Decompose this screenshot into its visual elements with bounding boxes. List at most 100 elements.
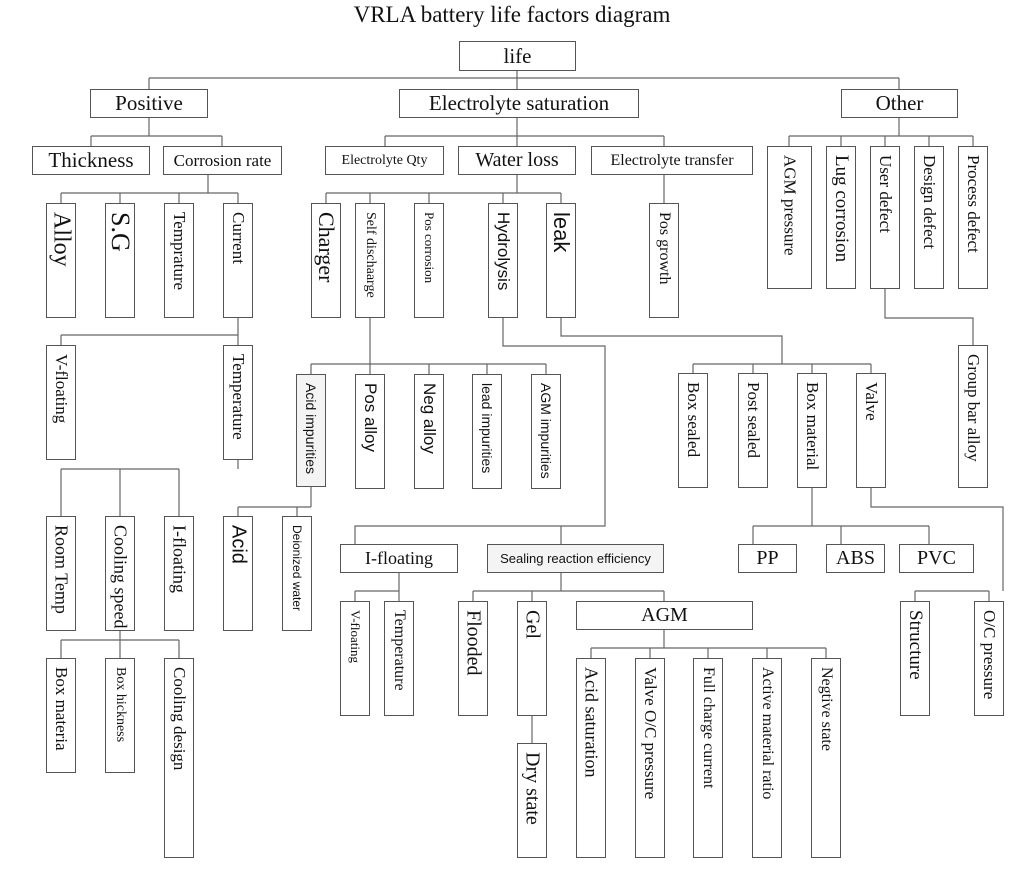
node-label: Cooling speed bbox=[110, 525, 131, 629]
node-pos-growth: Pos growth bbox=[649, 203, 679, 318]
node-v-floating-2: V-floating bbox=[340, 601, 370, 716]
node-label: Alloy bbox=[48, 212, 75, 267]
node-label: Thickness bbox=[48, 148, 134, 172]
node-pvc: PVC bbox=[899, 544, 974, 573]
node-label: Valve O/C pressure bbox=[641, 667, 660, 800]
node-label: V-floating bbox=[52, 354, 71, 424]
node-electrolyte-qty: Electrolyte Qty bbox=[325, 146, 444, 175]
node-label: Deionized water bbox=[290, 525, 304, 612]
node-label: Sealing reaction efficiency bbox=[500, 551, 651, 566]
node-post-sealed: Post sealed bbox=[738, 373, 768, 488]
node-deionized-water: Deionized water bbox=[282, 516, 312, 631]
node-label: Neg alloy bbox=[420, 383, 439, 454]
node-v-floating-1: V-floating bbox=[46, 345, 76, 460]
node-leak: leak bbox=[546, 203, 576, 318]
node-agm: AGM bbox=[576, 601, 753, 630]
node-label: AGM bbox=[641, 604, 688, 626]
node-label: Box material bbox=[803, 382, 822, 471]
node-label: Other bbox=[875, 91, 924, 115]
node-label: Post sealed bbox=[744, 382, 763, 459]
connector-line bbox=[884, 289, 974, 345]
node-structure: Structure bbox=[900, 601, 930, 716]
node-room-temp: Room Temp bbox=[46, 516, 76, 631]
node-label: Box sealed bbox=[684, 382, 703, 458]
node-cooling-design: Cooling design bbox=[164, 658, 194, 858]
node-i-floating-1: I-floating bbox=[164, 516, 194, 631]
node-label: Box materia bbox=[52, 667, 71, 751]
node-temprature: Temprature bbox=[164, 203, 194, 318]
node-label: Flooded bbox=[462, 610, 485, 676]
node-label: Electrolyte transfer bbox=[610, 151, 734, 169]
node-label: Structure bbox=[905, 610, 926, 680]
node-neg-alloy: Neg alloy bbox=[414, 374, 444, 489]
node-pos-corrosion: Pos corrosion bbox=[414, 203, 444, 318]
node-label: PP bbox=[756, 547, 779, 569]
node-acid-saturation: Acid saturation bbox=[576, 658, 606, 858]
node-temperature-2: Temperature bbox=[384, 601, 414, 716]
node-label: Charger bbox=[314, 212, 339, 283]
node-lug-corrosion: Lug corrosion bbox=[826, 146, 856, 289]
node-design-defect: Design defect bbox=[914, 146, 944, 289]
node-label: S.G bbox=[106, 212, 135, 252]
node-label: ABS bbox=[836, 547, 875, 569]
node-label: Pos growth bbox=[656, 212, 673, 285]
node-flooded: Flooded bbox=[458, 601, 488, 716]
node-positive: Positive bbox=[90, 89, 208, 118]
node-label: Design defect bbox=[920, 155, 939, 249]
node-label: O/C pressure bbox=[980, 610, 999, 700]
node-label: I-floating bbox=[169, 525, 190, 593]
node-box-hickness: Box hickness bbox=[105, 658, 135, 773]
node-label: Acid impurities bbox=[303, 383, 319, 475]
node-label: PVC bbox=[917, 547, 956, 569]
node-corrosion-rate: Corrosion rate bbox=[163, 146, 282, 175]
node-electrolyte-transfer: Electrolyte transfer bbox=[591, 146, 753, 175]
node-label: Electrolyte saturation bbox=[428, 91, 610, 115]
node-charger: Charger bbox=[311, 203, 341, 318]
node-label: Electrolyte Qty bbox=[341, 152, 428, 168]
node-abs: ABS bbox=[826, 544, 885, 573]
node-label: Temperature bbox=[391, 610, 408, 691]
node-label: Negtive state bbox=[818, 667, 835, 751]
node-oc-pressure: O/C pressure bbox=[974, 601, 1004, 716]
node-label: Room Temp bbox=[51, 525, 72, 614]
node-cooling-speed: Cooling speed bbox=[105, 516, 135, 631]
node-label: Box hickness bbox=[113, 667, 128, 743]
node-lead-impurities: lead impurities bbox=[472, 374, 502, 489]
node-label: Acid bbox=[227, 525, 250, 564]
node-label: User defect bbox=[876, 155, 895, 233]
node-label: Valve bbox=[862, 382, 881, 421]
node-life: life bbox=[459, 41, 576, 71]
node-full-charge-current: Full charge current bbox=[693, 658, 723, 858]
node-label: leak bbox=[549, 212, 574, 253]
node-label: AGM pressure bbox=[780, 155, 800, 256]
node-sg: S.G bbox=[105, 203, 135, 318]
node-label: Hydrolysis bbox=[494, 212, 513, 291]
node-process-defect: Process defect bbox=[958, 146, 988, 289]
node-label: Water loss bbox=[475, 149, 559, 171]
connector-line bbox=[870, 488, 1004, 591]
node-label: Lug corrosion bbox=[831, 155, 852, 263]
node-label: Positive bbox=[115, 91, 183, 115]
node-water-loss: Water loss bbox=[458, 146, 576, 175]
node-user-defect: User defect bbox=[870, 146, 900, 289]
node-pos-alloy: Pos alloy bbox=[355, 374, 385, 489]
node-dry-state: Dry state bbox=[517, 743, 547, 858]
node-thickness: Thickness bbox=[32, 146, 150, 175]
node-acid: Acid bbox=[223, 516, 253, 631]
node-valve: Valve bbox=[856, 373, 886, 488]
node-current: Current bbox=[223, 203, 253, 318]
node-active-material-ratio: Active material ratio bbox=[752, 658, 782, 858]
node-label: Current bbox=[229, 212, 248, 264]
node-acid-impurities: Acid impurities bbox=[296, 374, 326, 487]
node-gel: Gel bbox=[517, 601, 547, 716]
node-label: Group bar alloy bbox=[964, 354, 983, 462]
node-group-bar-alloy: Group bar alloy bbox=[958, 345, 988, 488]
node-box-materia: Box materia bbox=[46, 658, 76, 773]
node-label: Cooling design bbox=[170, 667, 189, 771]
node-label: Dry state bbox=[521, 752, 544, 825]
node-label: Temprature bbox=[170, 212, 189, 291]
node-label: AGM impurities bbox=[538, 383, 554, 479]
node-label: Process defect bbox=[964, 155, 983, 253]
node-hydrolysis: Hydrolysis bbox=[488, 203, 518, 318]
node-electrolyte-saturation: Electrolyte saturation bbox=[399, 89, 639, 118]
